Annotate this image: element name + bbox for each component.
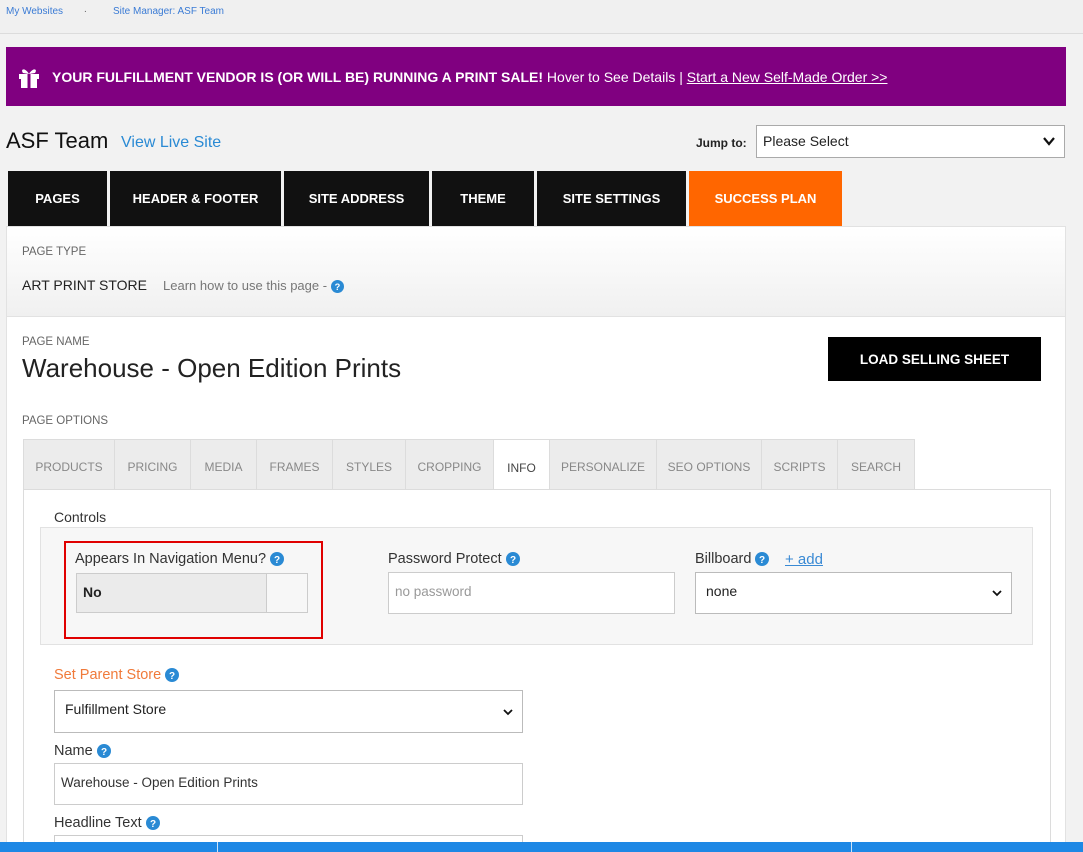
tab-theme[interactable]: THEME (432, 171, 534, 226)
chevron-down-icon (1043, 137, 1055, 146)
billboard-label: Billboard ? (695, 551, 770, 567)
controls-box: Appears In Navigation Menu? ? No Passwor… (40, 527, 1033, 645)
tab-site-address[interactable]: SITE ADDRESS (284, 171, 429, 226)
chevron-down-icon (992, 590, 1002, 597)
svg-text:?: ? (759, 555, 765, 566)
bottom-bar-divider (851, 842, 852, 852)
headline-label-text: Headline Text (54, 815, 142, 831)
learn-how-link[interactable]: Learn how to use this page - ? (163, 278, 344, 294)
tab-media[interactable]: MEDIA (191, 440, 257, 494)
tab-site-settings[interactable]: SITE SETTINGS (537, 171, 686, 226)
page-options-tabs: PRODUCTS PRICING MEDIA FRAMES STYLES CRO… (23, 439, 915, 496)
password-protect-label: Password Protect ? (388, 551, 520, 567)
tab-success-plan[interactable]: SUCCESS PLAN (689, 171, 842, 226)
svg-text:?: ? (101, 747, 107, 758)
breadcrumb-my-websites[interactable]: My Websites (6, 6, 63, 17)
new-order-link[interactable]: Start a New Self-Made Order >> (687, 69, 888, 85)
site-title: ASF Team (6, 128, 109, 153)
page-content: PAGE NAME Warehouse - Open Edition Print… (6, 317, 1066, 852)
password-protect-label-text: Password Protect (388, 551, 502, 567)
help-icon[interactable]: ? (145, 816, 160, 831)
help-icon[interactable]: ? (330, 280, 344, 294)
print-sale-banner[interactable]: YOUR FULFILLMENT VENDOR IS (OR WILL BE) … (6, 47, 1066, 106)
parent-store-label: Set Parent Store ? (54, 667, 180, 683)
page-type-label: PAGE TYPE (22, 246, 87, 258)
billboard-select[interactable]: none (695, 572, 1012, 614)
tab-header-footer[interactable]: HEADER & FOOTER (110, 171, 281, 226)
tab-seo-options[interactable]: SEO OPTIONS (657, 440, 762, 494)
main-tabs: PAGES HEADER & FOOTER SITE ADDRESS THEME… (8, 171, 845, 226)
page-name-label: PAGE NAME (22, 336, 90, 348)
jump-to-label: Jump to: (696, 136, 747, 150)
parent-store-select[interactable]: Fulfillment Store (54, 690, 523, 733)
breadcrumb-site-manager[interactable]: Site Manager: ASF Team (113, 6, 224, 17)
parent-store-label-text: Set Parent Store (54, 667, 162, 683)
chevron-down-icon (503, 709, 513, 716)
help-icon[interactable]: ? (755, 552, 770, 567)
page-type-section: PAGE TYPE ART PRINT STORE Learn how to u… (6, 226, 1066, 317)
password-input[interactable]: no password (388, 572, 675, 614)
tab-pricing[interactable]: PRICING (115, 440, 191, 494)
highlight-box (64, 541, 323, 639)
jump-to-select[interactable]: Please Select (756, 125, 1065, 158)
tab-cropping[interactable]: CROPPING (406, 440, 494, 494)
tab-search[interactable]: SEARCH (838, 440, 914, 494)
billboard-value: none (706, 583, 738, 599)
name-label: Name ? (54, 743, 111, 759)
tab-personalize[interactable]: PERSONALIZE (550, 440, 657, 494)
svg-text:?: ? (150, 819, 156, 830)
svg-text:?: ? (510, 555, 516, 566)
load-selling-sheet-button[interactable]: LOAD SELLING SHEET (828, 337, 1041, 381)
bottom-bar-divider (217, 842, 218, 852)
parent-store-value: Fulfillment Store (65, 701, 167, 717)
name-label-text: Name (54, 743, 93, 759)
banner-headline: YOUR FULFILLMENT VENDOR IS (OR WILL BE) … (52, 68, 544, 85)
jump-to-value: Please Select (763, 133, 849, 149)
billboard-label-text: Billboard (695, 551, 752, 567)
help-icon[interactable]: ? (165, 668, 180, 683)
help-icon[interactable]: ? (505, 552, 520, 567)
gift-icon (19, 68, 39, 88)
banner-hover-text: Hover to See Details | (543, 68, 687, 85)
tab-frames[interactable]: FRAMES (257, 440, 333, 494)
learn-how-text: Learn how to use this page - (163, 278, 331, 293)
tab-styles[interactable]: STYLES (333, 440, 406, 494)
page-name-value: Warehouse - Open Edition Prints (22, 353, 402, 383)
name-input[interactable]: Warehouse - Open Edition Prints (54, 763, 523, 805)
bottom-bar (0, 842, 1083, 852)
tab-pages[interactable]: PAGES (8, 171, 107, 226)
breadcrumb: My Websites . Site Manager: ASF Team (0, 0, 1083, 34)
headline-label: Headline Text ? (54, 815, 160, 831)
page-options-label: PAGE OPTIONS (22, 415, 109, 427)
info-panel: Controls Appears In Navigation Menu? ? N… (23, 489, 1051, 852)
tab-info[interactable]: INFO (494, 440, 550, 496)
view-live-site-link[interactable]: View Live Site (121, 134, 221, 152)
controls-heading: Controls (54, 509, 107, 525)
svg-text:?: ? (169, 671, 175, 682)
tab-scripts[interactable]: SCRIPTS (762, 440, 838, 494)
svg-text:?: ? (334, 282, 340, 292)
help-icon[interactable]: ? (96, 744, 111, 759)
tab-products[interactable]: PRODUCTS (24, 440, 115, 494)
billboard-add-link[interactable]: + add (785, 551, 823, 568)
page-type-value: ART PRINT STORE (22, 277, 147, 293)
breadcrumb-separator: . (84, 4, 87, 15)
